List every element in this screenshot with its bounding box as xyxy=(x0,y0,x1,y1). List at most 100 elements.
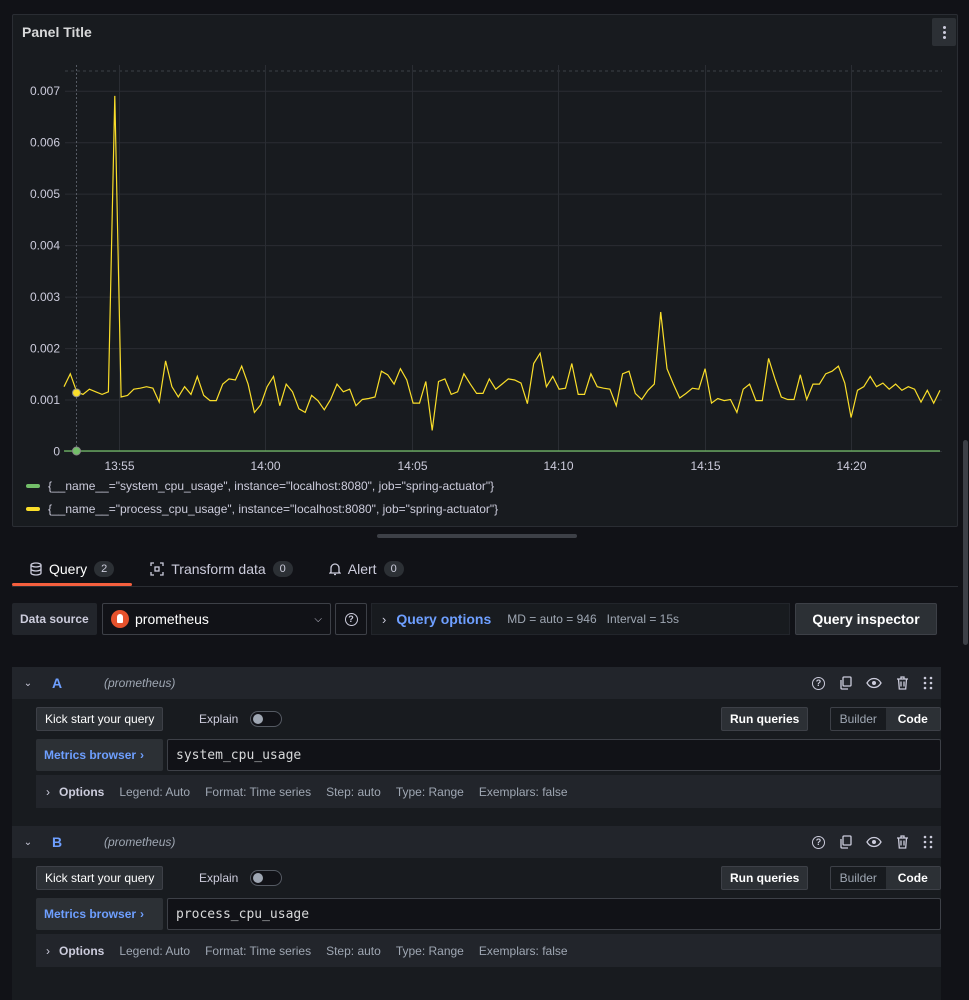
tab-label: Alert xyxy=(347,561,377,577)
query-options-md: MD = auto = 946 xyxy=(507,612,597,626)
chevron-right-icon: › xyxy=(46,943,50,958)
y-tick-label: 0.007 xyxy=(30,84,60,98)
explain-toggle[interactable] xyxy=(250,711,283,727)
y-tick-label: 0.002 xyxy=(30,342,60,356)
builder-mode-button[interactable]: Builder xyxy=(831,708,886,730)
chevron-down-icon: ⌵ xyxy=(314,613,322,625)
query-row-header: ⌄ A (prometheus) ? xyxy=(12,667,941,699)
scrollbar[interactable] xyxy=(963,440,968,645)
question-circle-icon[interactable]: ? xyxy=(812,676,825,690)
tab-alert[interactable]: Alert 0 xyxy=(311,552,422,586)
query-row-b: ⌄ B (prometheus) ? Kick start your query… xyxy=(12,826,941,1000)
explain-toggle-group: Explain xyxy=(199,707,283,731)
database-icon xyxy=(30,562,42,576)
chevron-down-icon[interactable]: ⌄ xyxy=(12,678,44,689)
tab-label: Query xyxy=(49,561,88,577)
y-tick-label: 0.004 xyxy=(30,239,60,253)
option-exemplars: Exemplars: false xyxy=(478,943,568,958)
options-label: Options xyxy=(59,784,105,799)
drag-handle-icon[interactable] xyxy=(923,676,933,690)
option-step: Step: auto xyxy=(326,784,381,799)
chevron-down-icon[interactable]: ⌄ xyxy=(12,837,44,848)
chevron-right-icon: › xyxy=(382,611,387,627)
y-tick-label: 0.003 xyxy=(30,290,60,304)
y-tick-label: 0.006 xyxy=(30,136,60,150)
legend-label: {__name__="system_cpu_usage", instance="… xyxy=(48,479,495,493)
bell-icon xyxy=(328,563,341,576)
tab-query[interactable]: Query 2 xyxy=(12,552,133,586)
option-type: Type: Range xyxy=(395,943,464,958)
trash-icon[interactable] xyxy=(896,676,909,690)
trash-icon[interactable] xyxy=(896,835,909,849)
run-queries-button[interactable]: Run queries xyxy=(721,866,809,890)
duplicate-icon[interactable] xyxy=(839,676,852,690)
pane-splitter[interactable] xyxy=(377,534,577,538)
time-series-chart[interactable]: 0 0.001 0.002 0.003 0.004 0.005 0.006 0.007 13:5… xyxy=(13,15,959,485)
tab-count-badge: 0 xyxy=(272,561,293,577)
datasource-name: prometheus xyxy=(135,611,209,627)
code-mode-button[interactable]: Code xyxy=(885,867,940,889)
legend-item-system-cpu[interactable]: {__name__="system_cpu_usage", instance="… xyxy=(26,479,494,493)
query-row-body: Kick start your query Explain Run querie… xyxy=(12,699,941,841)
tab-count-badge: 0 xyxy=(383,561,404,577)
query-options-toggle[interactable]: › Query options MD = auto = 946 Interval… xyxy=(371,603,790,635)
eye-icon[interactable] xyxy=(866,677,882,689)
tabs-divider xyxy=(12,586,958,587)
y-tick-label: 0 xyxy=(53,445,60,459)
run-queries-button[interactable]: Run queries xyxy=(721,707,809,731)
datasource-picker[interactable]: prometheus ⌵ xyxy=(102,603,331,635)
query-ref-id[interactable]: B xyxy=(44,834,104,850)
query-options-title: Query options xyxy=(396,611,492,627)
eye-icon[interactable] xyxy=(866,836,882,848)
kick-start-button[interactable]: Kick start your query xyxy=(36,866,164,890)
option-format: Format: Time series xyxy=(205,784,312,799)
drag-handle-icon[interactable] xyxy=(923,835,933,849)
query-row-header: ⌄ B (prometheus) ? xyxy=(12,826,941,858)
y-tick-label: 0.005 xyxy=(30,187,60,201)
x-tick-label: 14:00 xyxy=(250,459,280,473)
option-exemplars: Exemplars: false xyxy=(478,784,568,799)
series-line-process-cpu xyxy=(63,95,941,431)
query-expression-editor[interactable]: system_cpu_usage xyxy=(167,739,941,771)
x-tick-label: 14:20 xyxy=(836,459,866,473)
explain-label: Explain xyxy=(199,871,239,885)
legend-swatch xyxy=(26,484,40,488)
duplicate-icon[interactable] xyxy=(839,835,852,849)
query-options-row[interactable]: › Options Legend: Auto Format: Time seri… xyxy=(36,775,941,808)
chevron-right-icon: › xyxy=(46,784,50,799)
tab-count-badge: 2 xyxy=(94,561,115,577)
legend-label: {__name__="process_cpu_usage", instance=… xyxy=(48,502,499,516)
x-tick-label: 14:05 xyxy=(397,459,427,473)
query-options-row[interactable]: › Options Legend: Auto Format: Time seri… xyxy=(36,934,941,967)
query-inspector-button[interactable]: Query inspector xyxy=(795,603,937,635)
query-row-actions: ? xyxy=(812,826,933,858)
kick-start-button[interactable]: Kick start your query xyxy=(36,707,164,731)
query-datasource-name: (prometheus) xyxy=(104,835,176,849)
x-tick-label: 13:55 xyxy=(104,459,134,473)
editor-mode-switch: Builder Code xyxy=(830,707,941,731)
query-row-body: Kick start your query Explain Run querie… xyxy=(12,858,941,1000)
query-datasource-name: (prometheus) xyxy=(104,676,176,690)
query-ref-id[interactable]: A xyxy=(44,675,104,691)
explain-label: Explain xyxy=(199,712,239,726)
editor-mode-switch: Builder Code xyxy=(830,866,941,890)
query-row-actions: ? xyxy=(812,667,933,699)
option-legend: Legend: Auto xyxy=(119,784,191,799)
metrics-browser-label: Metrics browser xyxy=(44,907,137,921)
hover-point xyxy=(72,388,81,398)
legend-item-process-cpu[interactable]: {__name__="process_cpu_usage", instance=… xyxy=(26,502,498,516)
builder-mode-button[interactable]: Builder xyxy=(831,867,886,889)
legend-swatch xyxy=(26,507,40,511)
prometheus-logo-icon xyxy=(111,610,129,628)
explain-toggle[interactable] xyxy=(250,870,283,886)
datasource-help-button[interactable]: ? xyxy=(335,603,367,635)
query-expression-editor[interactable]: process_cpu_usage xyxy=(167,898,941,930)
metrics-browser-button[interactable]: Metrics browser › xyxy=(36,898,163,930)
chevron-right-icon: › xyxy=(140,907,145,921)
metrics-browser-button[interactable]: Metrics browser › xyxy=(36,739,163,771)
tab-transform-data[interactable]: Transform data 0 xyxy=(132,552,311,586)
chevron-right-icon: › xyxy=(140,748,145,762)
hover-point xyxy=(72,446,81,456)
code-mode-button[interactable]: Code xyxy=(885,708,940,730)
question-circle-icon[interactable]: ? xyxy=(812,835,825,849)
